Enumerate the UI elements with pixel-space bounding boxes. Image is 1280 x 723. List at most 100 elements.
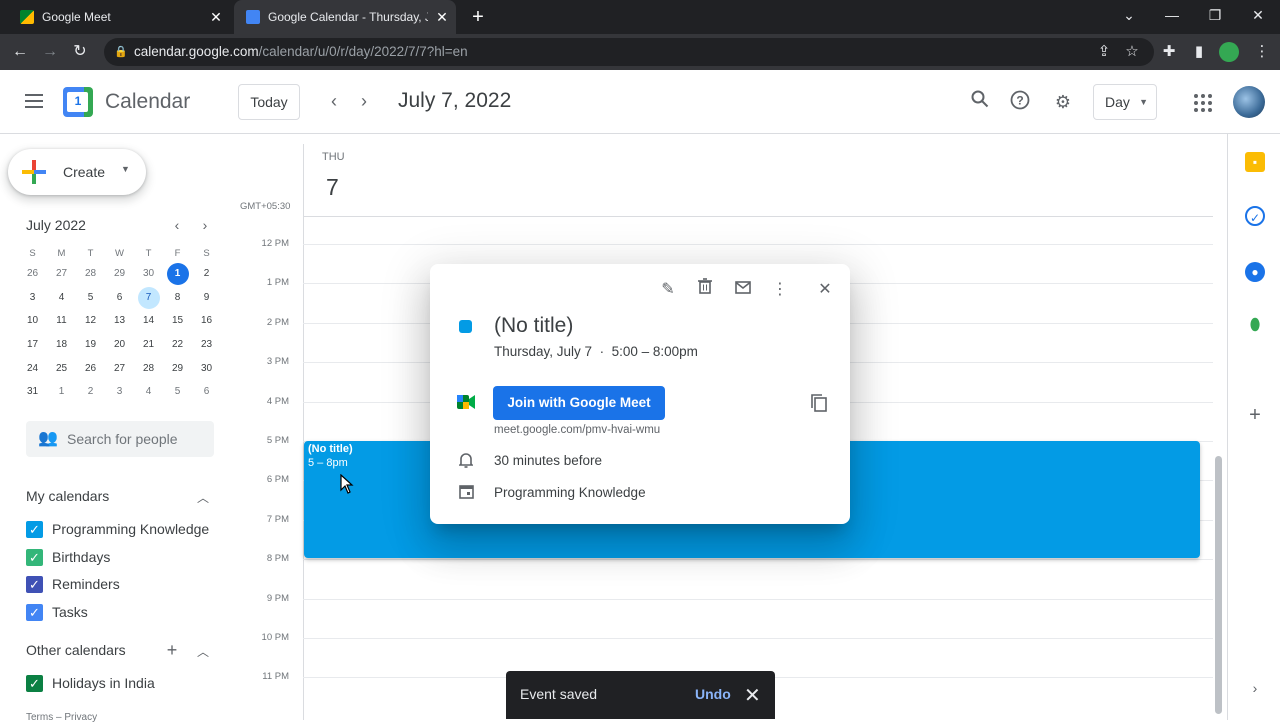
day-column-date[interactable]: 7 (326, 174, 339, 201)
maps-pin-icon[interactable]: ⬮ (1245, 316, 1265, 336)
hour-gridline[interactable] (303, 638, 1213, 639)
join-google-meet-button[interactable]: Join with Google Meet (493, 386, 665, 420)
mini-calendar-day[interactable]: 12 (76, 309, 105, 333)
mini-calendar-day[interactable]: 8 (163, 286, 192, 310)
mini-calendar-day[interactable]: 18 (47, 333, 76, 357)
day-view-scrollbar[interactable] (1215, 456, 1222, 714)
hour-gridline[interactable] (303, 244, 1213, 245)
mini-calendar-day[interactable]: 28 (76, 262, 105, 286)
mini-calendar-day[interactable]: 5 (163, 380, 192, 404)
mini-calendar-day[interactable]: 27 (105, 357, 134, 381)
window-close-icon[interactable]: ✕ (1236, 0, 1280, 34)
mini-calendar-previous-icon[interactable]: ‹ (168, 217, 186, 233)
email-envelope-icon[interactable] (731, 278, 755, 302)
tasks-icon[interactable]: ✓ (1245, 206, 1265, 226)
mini-calendar-day[interactable]: 29 (163, 357, 192, 381)
calendar-item-tasks[interactable]: ✓ Tasks (26, 602, 88, 622)
dismiss-snackbar-close-icon[interactable]: ✕ (744, 683, 761, 708)
my-calendars-title[interactable]: My calendars (26, 488, 109, 504)
add-calendar-plus-icon[interactable]: + (163, 640, 181, 661)
mini-calendar-day[interactable]: 23 (192, 333, 221, 357)
meet-link[interactable]: meet.google.com/pmv-hvai-wmu (494, 424, 660, 436)
browser-tab-meet[interactable]: Google Meet ✕ (8, 0, 230, 34)
search-people-input[interactable]: 👥 Search for people (26, 421, 214, 457)
calendar-item-holidays-in-india[interactable]: ✓ Holidays in India (26, 673, 155, 693)
bookmark-star-icon[interactable]: ☆ (1120, 40, 1144, 64)
mini-calendar-day[interactable]: 13 (105, 309, 134, 333)
footer-links[interactable]: Terms – Privacy (26, 712, 97, 723)
forward-arrow-icon[interactable]: → (38, 40, 62, 64)
contacts-icon[interactable]: ● (1245, 262, 1265, 282)
back-arrow-icon[interactable]: ← (8, 40, 32, 64)
calendar-item-birthdays[interactable]: ✓ Birthdays (26, 547, 110, 567)
more-options-icon[interactable]: ⋮ (768, 278, 792, 302)
mini-calendar-day[interactable]: 27 (47, 262, 76, 286)
mini-calendar-day[interactable]: 4 (47, 286, 76, 310)
undo-button[interactable]: Undo (695, 686, 731, 702)
mini-calendar-day[interactable]: 5 (76, 286, 105, 310)
collapse-chevron-up-icon[interactable]: ︿ (195, 489, 211, 506)
mini-calendar-day[interactable]: 22 (163, 333, 192, 357)
previous-day-chevron-icon[interactable]: ‹ (322, 90, 346, 114)
browser-menu-icon[interactable]: ⋮ (1250, 40, 1274, 64)
share-icon[interactable]: ⇪ (1092, 40, 1116, 64)
mini-calendar-day[interactable]: 1 (47, 380, 76, 404)
checkbox-checked-icon[interactable]: ✓ (26, 603, 43, 621)
maximize-icon[interactable]: ❐ (1193, 0, 1237, 34)
mini-calendar-day[interactable]: 28 (134, 357, 163, 381)
copy-link-icon[interactable] (810, 394, 828, 412)
mini-calendar-day[interactable]: 6 (105, 286, 134, 310)
new-tab-plus-icon[interactable]: + (466, 5, 490, 29)
add-addon-plus-icon[interactable]: + (1245, 404, 1265, 427)
minimize-icon[interactable]: — (1150, 0, 1194, 34)
other-calendars-title[interactable]: Other calendars (26, 642, 126, 658)
mini-calendar-day[interactable]: 24 (18, 357, 47, 381)
today-button[interactable]: Today (238, 84, 300, 120)
create-button[interactable]: Create ▼ (8, 149, 146, 195)
mini-calendar-day[interactable]: 9 (192, 286, 221, 310)
close-tab-icon[interactable]: ✕ (428, 9, 456, 26)
reload-icon[interactable]: ↻ (68, 40, 92, 64)
mini-calendar-day[interactable]: 30 (134, 262, 163, 286)
mini-calendar-day[interactable]: 6 (192, 380, 221, 404)
close-tab-icon[interactable]: ✕ (202, 9, 230, 26)
expand-panel-chevron-icon[interactable]: › (1245, 680, 1265, 696)
mini-calendar-day[interactable]: 15 (163, 309, 192, 333)
mini-calendar-day[interactable]: 3 (105, 380, 134, 404)
extensions-puzzle-icon[interactable]: ✚ (1157, 40, 1181, 64)
google-apps-grid-icon[interactable] (1194, 94, 1212, 112)
calendar-item-reminders[interactable]: ✓ Reminders (26, 574, 120, 594)
mini-calendar-day[interactable]: 11 (47, 309, 76, 333)
mini-calendar-day[interactable]: 17 (18, 333, 47, 357)
settings-gear-icon[interactable]: ⚙ (1051, 90, 1075, 114)
keep-icon[interactable]: ▪ (1245, 152, 1265, 172)
mini-calendar-day[interactable]: 4 (134, 380, 163, 404)
next-day-chevron-icon[interactable]: › (352, 90, 376, 114)
mini-calendar-day[interactable]: 10 (18, 309, 47, 333)
browser-tab-calendar[interactable]: Google Calendar - Thursday, July ✕ (234, 0, 456, 34)
mini-calendar-day[interactable]: 16 (192, 309, 221, 333)
checkbox-checked-icon[interactable]: ✓ (26, 548, 43, 566)
account-avatar[interactable] (1233, 86, 1265, 118)
checkbox-checked-icon[interactable]: ✓ (26, 520, 43, 538)
address-bar[interactable]: 🔒 calendar.google.com/calendar/u/0/r/day/… (104, 38, 1154, 66)
calendar-item-programming-knowledge[interactable]: ✓ Programming Knowledge (26, 519, 209, 539)
view-select-button[interactable]: Day ▼ (1093, 84, 1157, 120)
delete-trash-icon[interactable] (693, 278, 717, 302)
mini-calendar-day[interactable]: 2 (76, 380, 105, 404)
mini-calendar-day[interactable]: 30 (192, 357, 221, 381)
checkbox-checked-icon[interactable]: ✓ (26, 674, 43, 692)
checkbox-checked-icon[interactable]: ✓ (26, 575, 43, 593)
hour-gridline[interactable] (303, 559, 1213, 560)
help-icon[interactable]: ? (1008, 90, 1032, 114)
mini-calendar-day[interactable]: 3 (18, 286, 47, 310)
app-name[interactable]: Calendar (105, 90, 190, 114)
edit-pencil-icon[interactable]: ✎ (656, 278, 680, 302)
mini-calendar-day[interactable]: 29 (105, 262, 134, 286)
mini-calendar-day-today[interactable]: 1 (163, 262, 192, 286)
mini-calendar-day[interactable]: 26 (76, 357, 105, 381)
mini-calendar-day[interactable]: 19 (76, 333, 105, 357)
mini-calendar-day[interactable]: 31 (18, 380, 47, 404)
mini-calendar-day[interactable]: 2 (192, 262, 221, 286)
mini-calendar-day[interactable]: 20 (105, 333, 134, 357)
